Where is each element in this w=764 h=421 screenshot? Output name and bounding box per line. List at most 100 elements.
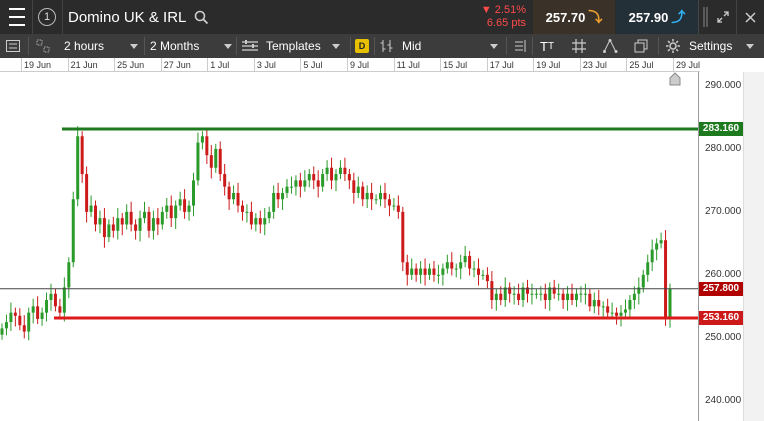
date-tick	[393, 58, 395, 72]
candle-body	[187, 205, 191, 212]
close-icon[interactable]	[738, 0, 762, 34]
candle-body	[325, 167, 329, 175]
search-icon[interactable]	[192, 0, 210, 34]
candle-body	[53, 293, 57, 307]
instrument-number-badge[interactable]: 1	[36, 0, 58, 34]
candle-body	[98, 218, 102, 225]
candle-body	[0, 328, 4, 335]
templates-select[interactable]: Templates	[242, 34, 346, 58]
candle-body	[289, 186, 293, 188]
candle-body	[22, 325, 26, 332]
candle-body	[441, 268, 445, 275]
candle-body	[272, 192, 276, 212]
settings-button[interactable]: Settings	[666, 34, 762, 58]
interval-select[interactable]: 2 hours	[64, 34, 142, 58]
candle-body	[405, 262, 409, 275]
date-tick	[533, 58, 535, 72]
candle-body	[40, 312, 44, 319]
candle-body	[13, 312, 17, 316]
copy-window-icon[interactable]	[634, 34, 648, 58]
candle-body	[365, 192, 369, 200]
range-select[interactable]: 2 Months	[150, 34, 234, 58]
price-type-select[interactable]: Mid	[380, 34, 504, 58]
crosshair-grid-icon[interactable]	[572, 34, 586, 58]
candle-body	[432, 268, 436, 275]
chart-toolbar: 2 hours 2 Months Templates D Mid TT Sett	[0, 34, 764, 58]
date-tick	[486, 58, 488, 72]
drawing-tools-icon[interactable]	[603, 34, 619, 58]
date-tick	[300, 58, 302, 72]
expand-icon[interactable]	[712, 0, 734, 34]
candle-body	[281, 192, 285, 200]
candle-body	[574, 293, 578, 301]
home-marker-icon[interactable]	[668, 72, 682, 86]
side-panel-handle-icon[interactable]	[699, 0, 711, 34]
date-tick	[21, 58, 22, 72]
candle-body	[138, 218, 142, 231]
support-price-tag: 253.160	[699, 310, 743, 325]
candle-body	[294, 180, 298, 187]
price-chart[interactable]	[0, 72, 698, 421]
candle-body	[267, 211, 271, 219]
candle-body	[214, 148, 218, 168]
date-tick	[207, 58, 209, 72]
instrument-name[interactable]: Domino UK & IRL	[68, 0, 186, 34]
candle-body	[62, 287, 66, 313]
candle-body	[129, 211, 133, 225]
gear-icon	[666, 39, 680, 53]
axis-scroll-strip[interactable]	[743, 72, 764, 421]
price-change: ▼ 2.51% 6.65 pts	[470, 0, 532, 34]
sell-price-button[interactable]: 257.70 ⤵	[533, 0, 615, 34]
candle-body	[370, 192, 374, 200]
candle-body	[650, 249, 654, 263]
candle-body	[316, 180, 320, 187]
candle-body	[330, 167, 334, 181]
candle-body	[160, 211, 164, 225]
candle-body	[223, 174, 227, 187]
candle-body	[579, 293, 583, 295]
buy-price-button[interactable]: 257.90 ⤴	[616, 0, 698, 34]
candle-body	[517, 293, 521, 301]
date-tick	[347, 58, 348, 72]
date-tick	[626, 58, 628, 72]
candle-body	[254, 218, 258, 225]
candle-body	[94, 205, 98, 225]
candle-body	[18, 315, 22, 326]
candle-body	[485, 274, 489, 282]
d-button[interactable]: D	[355, 34, 369, 58]
date-tick	[160, 58, 162, 72]
date-tick	[579, 58, 581, 72]
candle-body	[276, 192, 280, 200]
candle-body	[298, 180, 302, 187]
candle-body	[116, 218, 120, 231]
candle-body	[655, 243, 659, 250]
candle-body	[334, 174, 338, 181]
candle-body	[232, 192, 236, 200]
candle-body	[557, 293, 561, 295]
candle-body	[632, 293, 636, 301]
menu-icon[interactable]	[6, 0, 28, 34]
candle-body	[27, 312, 31, 332]
price-tick-label: 250.000	[705, 331, 742, 343]
candle-body	[245, 211, 249, 213]
candle-body	[463, 255, 467, 263]
panel-list-icon[interactable]	[6, 34, 20, 58]
candle-body	[356, 186, 360, 193]
candle-body	[468, 255, 472, 269]
candle-body	[111, 224, 115, 231]
candle-body	[619, 312, 623, 316]
price-axis[interactable]: 240.000 250.000 260.000 270.000 280.000 290.0…	[698, 72, 764, 421]
date-tick-label: 27 Jun	[163, 60, 191, 70]
candle-body	[628, 300, 632, 310]
candle-body	[588, 293, 592, 307]
text-tool-label: T	[540, 38, 548, 54]
indicator-list-icon[interactable]	[512, 34, 526, 58]
current-price-tag: 257.800	[699, 281, 743, 296]
candle-body	[205, 136, 209, 156]
candle-body	[646, 262, 650, 275]
grid-layout-icon[interactable]	[36, 34, 50, 58]
text-tool-button[interactable]: TT	[540, 34, 554, 58]
candle-body	[352, 180, 356, 193]
candle-body	[263, 218, 267, 225]
candle-body	[534, 293, 538, 295]
